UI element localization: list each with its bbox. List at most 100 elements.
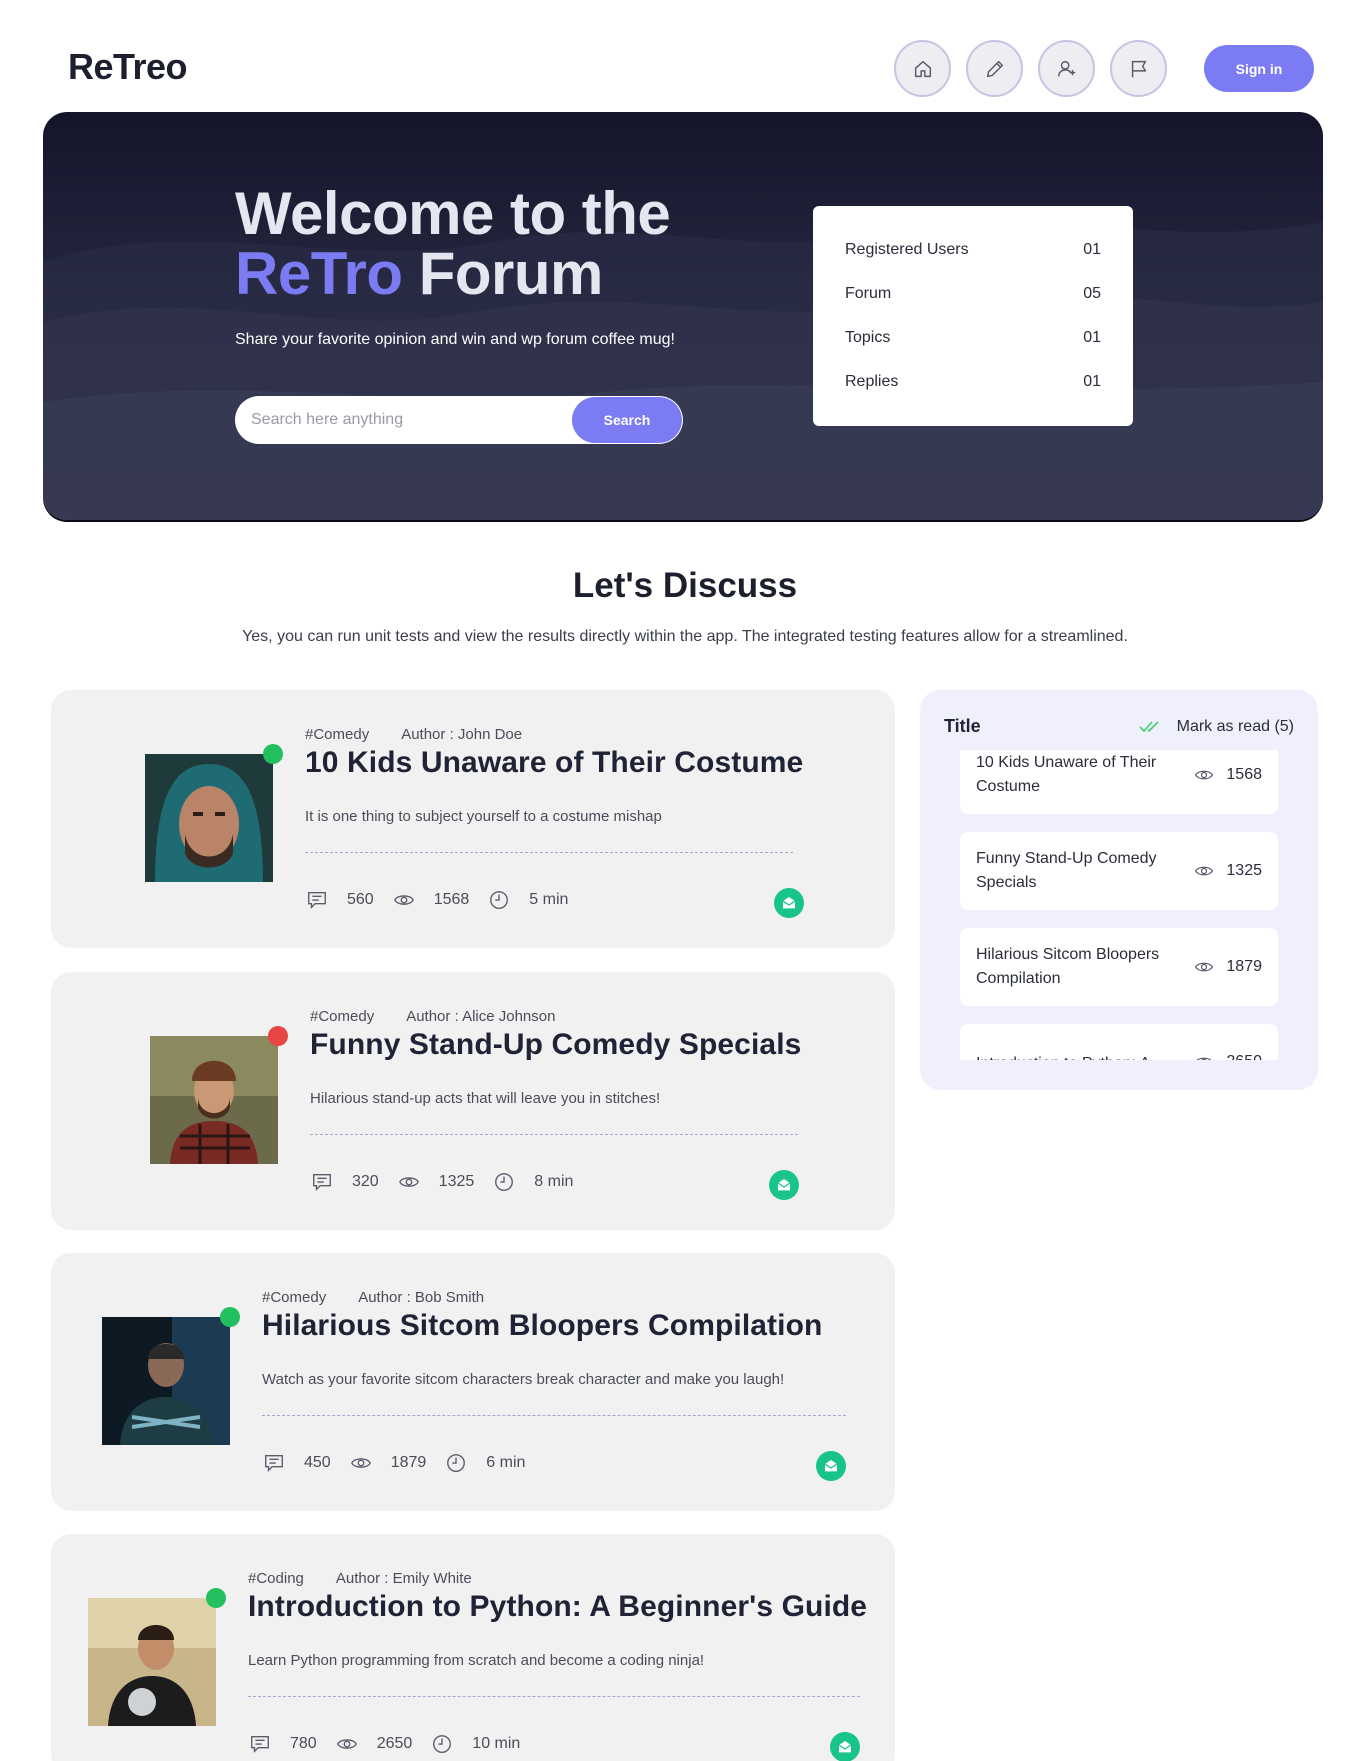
eye-icon [1195,962,1214,972]
section-title: Let's Discuss [572,566,798,605]
sidebar-item-views: 2650 [1194,1052,1262,1060]
pencil-icon [986,60,1003,77]
mail-icon [782,897,796,909]
avatar-image [150,1036,278,1164]
post-author[interactable]: Author : John Doe [401,726,522,743]
hero-title-line2: ReTro Forum [235,244,670,304]
sidebar-item-title: Introduction to Python: A [976,1052,1176,1060]
sidebar-item-title: 10 Kids Unaware of Their Costume [976,754,1157,795]
author-avatar[interactable] [145,744,283,882]
post-tag[interactable]: #Comedy [262,1289,326,1306]
eye-icon [392,888,416,912]
view-count: 1879 [1226,958,1262,975]
comment-icon [310,1170,334,1194]
post-tag[interactable]: #Coding [248,1570,304,1587]
sidebar-item[interactable]: Funny Stand-Up Comedy Specials 1325 [960,832,1278,910]
online-status-dot [206,1588,226,1608]
avatar-image [102,1317,230,1445]
flag-icon [1131,60,1146,77]
post-author[interactable]: Author : Emily White [336,1570,472,1587]
message-button[interactable] [769,1170,799,1200]
stat-label: Registered Users [845,241,969,258]
read-time: 6 min [486,1454,526,1471]
post-card[interactable]: #Comedy Author : Bob Smith Hilarious Sit… [51,1253,895,1511]
sidebar-item-views: 1325 [1194,861,1262,881]
post-author[interactable]: Author : Alice Johnson [406,1008,555,1025]
message-button[interactable] [830,1732,860,1761]
hero-title-rest: Forum [402,240,604,307]
sidebar-header: Title Mark as read (5) [944,716,1294,737]
post-title[interactable]: 10 Kids Unaware of Their Costume [305,746,803,780]
avatar-image [145,754,273,882]
post-stats: 780 2650 10 min [248,1732,538,1756]
read-time: 5 min [529,891,569,908]
home-button[interactable] [894,40,951,97]
comment-icon [305,888,329,912]
read-time: 10 min [472,1735,521,1752]
section-subtitle: Yes, you can run unit tests and view the… [242,628,1128,645]
comment-count: 450 [304,1454,331,1471]
post-title[interactable]: Funny Stand-Up Comedy Specials [310,1028,801,1062]
view-count: 1325 [438,1173,475,1190]
message-button[interactable] [816,1451,846,1481]
stat-value: 01 [1083,241,1101,258]
mark-as-read-button[interactable]: Mark as read (5) [1139,718,1294,736]
sign-in-button[interactable]: Sign in [1204,45,1314,92]
search-bar: Search [235,396,683,444]
sidebar-item-views: 1879 [1194,957,1262,977]
search-input[interactable] [251,396,561,444]
sidebar-item[interactable]: Hilarious Sitcom Bloopers Compilation 18… [960,928,1278,1006]
comment-icon [248,1732,272,1756]
clock-icon [487,888,511,912]
author-avatar[interactable] [150,1026,288,1164]
site-logo[interactable]: ReTreo [68,46,188,88]
post-tag[interactable]: #Comedy [310,1008,374,1025]
mail-icon [777,1179,791,1191]
write-button[interactable] [966,40,1023,97]
search-button[interactable]: Search [572,397,682,443]
post-meta: #Comedy Author : Bob Smith [262,1289,484,1306]
read-time: 8 min [534,1173,574,1190]
post-author[interactable]: Author : Bob Smith [358,1289,484,1306]
add-user-button[interactable] [1038,40,1095,97]
online-status-dot [263,744,283,764]
author-avatar[interactable] [102,1307,240,1445]
stat-label: Replies [845,373,899,390]
comment-count: 560 [347,891,374,908]
online-status-dot [220,1307,240,1327]
stat-label: Topics [845,329,891,346]
eye-icon [349,1451,373,1475]
message-button[interactable] [774,888,804,918]
post-stats: 320 1325 8 min [310,1170,591,1194]
author-avatar[interactable] [88,1588,226,1726]
hero-subtitle: Share your favorite opinion and win and … [235,331,675,348]
stat-replies: Replies 01 [845,360,1101,404]
post-tag[interactable]: #Comedy [305,726,369,743]
post-title[interactable]: Hilarious Sitcom Bloopers Compilation [262,1309,822,1343]
post-card[interactable]: #Comedy Author : John Doe 10 Kids Unawar… [51,690,895,948]
comment-count: 320 [352,1173,379,1190]
post-description: It is one thing to subject yourself to a… [305,808,662,825]
eye-icon [1196,1057,1212,1060]
sidebar-item[interactable]: 10 Kids Unaware of Their Costume 1568 [960,750,1278,814]
offline-status-dot [268,1026,288,1046]
stat-label: Forum [845,285,892,302]
eye-icon [335,1732,359,1756]
post-meta: #Comedy Author : Alice Johnson [310,1008,555,1025]
report-button[interactable] [1110,40,1167,97]
comment-icon [262,1451,286,1475]
eye-icon [397,1170,421,1194]
stat-topics: Topics 01 [845,316,1101,360]
sidebar-item[interactable]: Introduction to Python: A 2650 [960,1024,1278,1060]
double-check-icon [1139,720,1159,732]
avatar-image [88,1598,216,1726]
post-card[interactable]: #Coding Author : Emily White Introductio… [51,1534,895,1761]
eye-icon [1195,866,1214,876]
post-meta: #Coding Author : Emily White [248,1570,472,1587]
post-title[interactable]: Introduction to Python: A Beginner's Gui… [248,1590,867,1624]
divider [305,852,793,853]
hero-title: Welcome to the ReTro Forum [235,184,671,304]
post-stats: 560 1568 5 min [305,888,586,912]
nav-icon-group [894,40,1167,97]
post-card[interactable]: #Comedy Author : Alice Johnson Funny Sta… [51,972,895,1230]
